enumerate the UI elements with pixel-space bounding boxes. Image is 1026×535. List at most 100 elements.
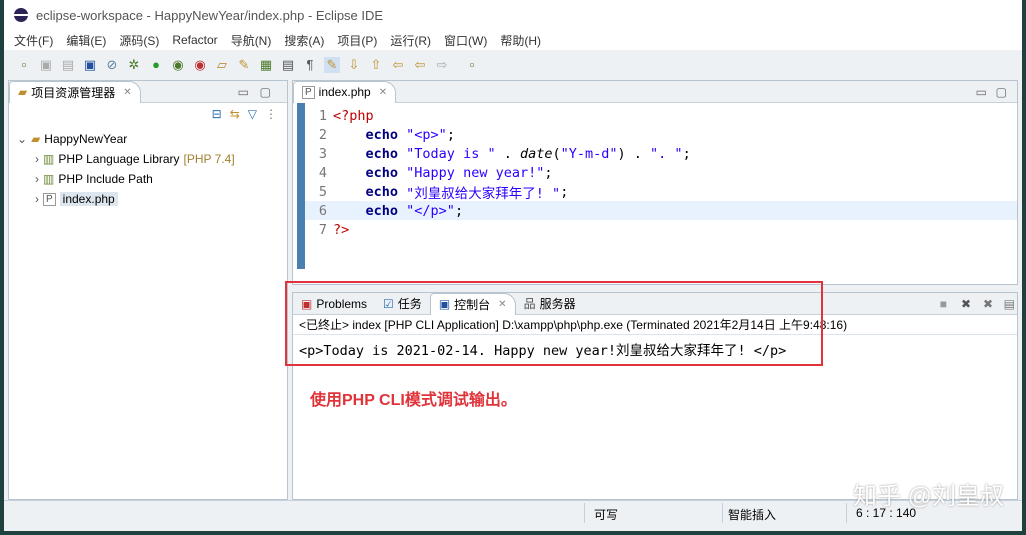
code-line: 3 echo "Today is " . date("Y-m-d") . ". … — [305, 144, 1017, 163]
chevron-right-icon[interactable]: › — [35, 172, 39, 186]
item-label: index.php — [59, 192, 118, 206]
line-number: 5 — [318, 183, 327, 200]
watermark: 知乎 @刘皇叔 — [852, 483, 1004, 510]
code-line: 7 ?> — [305, 220, 1017, 239]
code-token: echo — [365, 202, 399, 219]
minimize-icon[interactable]: ▭ — [238, 85, 249, 99]
link-editor-icon[interactable]: ⇆ — [230, 107, 240, 121]
item-extra: [PHP 7.4] — [183, 152, 235, 166]
menu-window[interactable]: 窗口(W) — [444, 32, 487, 49]
terminal-icon[interactable]: ▣ — [82, 57, 98, 73]
line-number: 2 — [318, 126, 327, 143]
menu-source[interactable]: 源码(S) — [119, 32, 159, 49]
eclipse-window: eclipse-workspace - HappyNewYear/index.p… — [4, 0, 1022, 531]
code-line: 4 echo "Happy new year!"; — [305, 163, 1017, 182]
back-icon[interactable]: ⇦ — [412, 57, 428, 73]
code-token: echo — [365, 183, 399, 200]
tree-item[interactable]: › Pindex.php — [17, 189, 287, 209]
project-tree: ⌄ ▰ HappyNewYear › ▥ PHP Language Library [PH… — [9, 125, 287, 209]
open-type-icon[interactable]: ▱ — [214, 57, 230, 73]
menu-help[interactable]: 帮助(H) — [500, 32, 541, 49]
external-tools-icon[interactable]: ◉ — [192, 57, 208, 73]
menu-refactor[interactable]: Refactor — [172, 33, 217, 47]
php-file-icon: P — [302, 85, 315, 99]
next-annotation-icon[interactable]: ⇩ — [346, 57, 362, 73]
code-editor[interactable]: 1 <?php 2 echo "<p>"; 3 echo "Today is " . … — [297, 103, 1017, 269]
show-whitespace-icon[interactable]: ¶ — [302, 57, 318, 73]
tree-item[interactable]: › ▥ PHP Language Library [PHP 7.4] — [17, 149, 287, 169]
close-icon[interactable]: ✕ — [123, 87, 131, 98]
remove-all-icon[interactable]: ✖ — [983, 297, 993, 311]
menu-bar: 文件(F) 编辑(E) 源码(S) Refactor 导航(N) 搜索(A) 项… — [4, 30, 1022, 50]
coverage-icon[interactable]: ◉ — [170, 57, 186, 73]
skip-breakpoints-icon[interactable]: ⊘ — [104, 57, 120, 73]
clear-console-icon[interactable]: ▤ — [1004, 297, 1015, 311]
line-number: 4 — [318, 164, 327, 181]
code-token: ; — [560, 183, 569, 200]
open-perspective-icon[interactable]: ▫ — [464, 57, 480, 73]
title-bar: eclipse-workspace - HappyNewYear/index.p… — [4, 0, 1022, 30]
code-token: "刘皇叔给大家拜年了! " — [406, 185, 561, 202]
new-icon[interactable]: ▫ — [16, 57, 32, 73]
line-number: 7 — [318, 221, 327, 238]
code-token: echo — [365, 145, 399, 162]
status-insert-mode: 智能插入 — [728, 508, 777, 522]
line-number: 6 — [318, 202, 327, 219]
menu-run[interactable]: 运行(R) — [390, 32, 431, 49]
run-icon[interactable]: ● — [148, 57, 164, 73]
menu-search[interactable]: 搜索(A) — [284, 32, 324, 49]
code-token: <?php — [333, 107, 374, 124]
minimize-icon[interactable]: ▭ — [976, 85, 987, 99]
code-line: 5 echo "刘皇叔给大家拜年了! "; — [305, 182, 1017, 202]
block-select-icon[interactable]: ▤ — [280, 57, 296, 73]
code-token: echo — [365, 164, 399, 181]
maximize-icon[interactable]: ▢ — [996, 85, 1007, 99]
collapse-all-icon[interactable]: ⊟ — [212, 107, 222, 121]
remove-launch-icon[interactable]: ✖ — [961, 297, 971, 311]
code-token: ( — [552, 145, 561, 162]
code-token: "<p>" — [406, 126, 447, 143]
code-token: "Happy new year!" — [406, 164, 545, 181]
project-icon: ▰ — [31, 132, 41, 146]
save-all-icon[interactable]: ▤ — [60, 57, 76, 73]
chevron-right-icon[interactable]: › — [35, 152, 39, 166]
code-token: date — [519, 145, 553, 162]
code-line: 2 echo "<p>"; — [305, 125, 1017, 144]
code-token: "</p>" — [406, 202, 455, 219]
toggle-mark-icon[interactable]: ▦ — [258, 57, 274, 73]
filter-icon[interactable]: ▽ — [248, 107, 257, 121]
debug-icon[interactable]: ✲ — [126, 57, 142, 73]
prev-annotation-icon[interactable]: ⇧ — [368, 57, 384, 73]
close-icon[interactable]: ✕ — [379, 87, 387, 98]
menu-project[interactable]: 项目(P) — [337, 32, 377, 49]
code-line: 6 echo "</p>"; — [305, 201, 1017, 220]
chevron-down-icon[interactable]: ⌄ — [17, 132, 27, 146]
view-menu-icon[interactable]: ⋮ — [265, 107, 277, 121]
search-icon[interactable]: ✎ — [236, 57, 252, 73]
last-edit-icon[interactable]: ⇦ — [390, 57, 406, 73]
highlight-box — [285, 281, 823, 366]
save-icon[interactable]: ▣ — [38, 57, 54, 73]
line-number: 3 — [318, 145, 327, 162]
tree-item[interactable]: › ▥ PHP Include Path — [17, 169, 287, 189]
tab-project-explorer[interactable]: ▰ 项目资源管理器 ✕ — [9, 80, 141, 103]
menu-edit[interactable]: 编辑(E) — [66, 32, 106, 49]
maximize-icon[interactable]: ▢ — [260, 85, 271, 99]
highlight-icon[interactable]: ✎ — [324, 57, 340, 73]
code-token: ) . — [617, 145, 651, 162]
menu-navigate[interactable]: 导航(N) — [231, 32, 272, 49]
terminate-icon[interactable]: ■ — [940, 297, 947, 311]
tab-label: index.php — [318, 85, 371, 99]
code-token: ; — [446, 126, 455, 143]
menu-file[interactable]: 文件(F) — [14, 32, 53, 49]
tab-index-php[interactable]: P index.php ✕ — [293, 80, 397, 103]
chevron-right-icon[interactable]: › — [35, 192, 39, 206]
tree-item-project[interactable]: ⌄ ▰ HappyNewYear — [17, 129, 287, 149]
forward-icon[interactable]: ⇨ — [434, 57, 450, 73]
